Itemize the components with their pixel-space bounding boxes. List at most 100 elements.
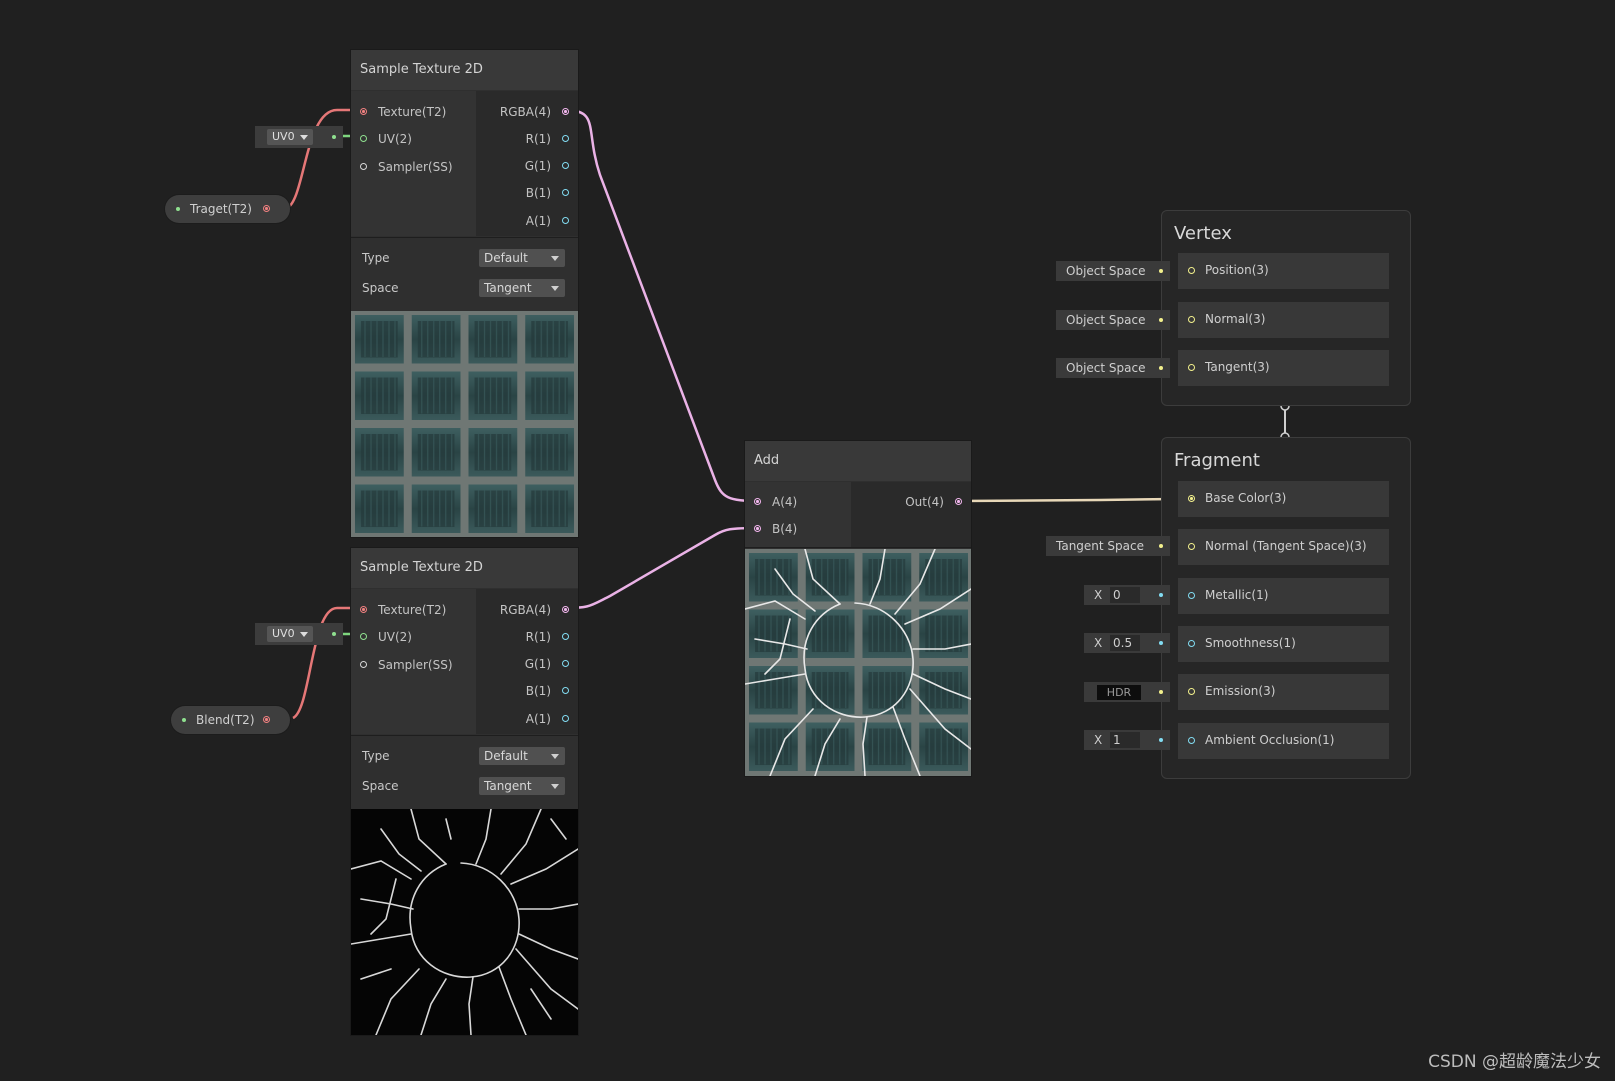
smoothness-value[interactable]: 0.5 xyxy=(1110,635,1140,651)
output-a[interactable]: A(1) xyxy=(526,709,569,729)
texture-port-icon[interactable] xyxy=(263,205,270,212)
port-label: Texture(T2) xyxy=(378,603,447,617)
vector3-port-icon[interactable] xyxy=(1188,688,1195,695)
vertex-tangent-space[interactable]: Object Space xyxy=(1056,358,1170,378)
node-title[interactable]: Add xyxy=(745,441,971,481)
input-uv[interactable]: UV(2) xyxy=(360,129,412,149)
output-r[interactable]: R(1) xyxy=(526,129,569,149)
add-node[interactable]: Add A(4) B(4) Out(4) xyxy=(745,441,971,776)
metallic-value[interactable]: 0 xyxy=(1110,587,1140,603)
block-position[interactable]: Position(3) xyxy=(1178,253,1389,289)
input-sampler[interactable]: Sampler(SS) xyxy=(360,157,453,177)
vector1-port-icon[interactable] xyxy=(1188,640,1195,647)
output-rgba[interactable]: RGBA(4) xyxy=(500,102,569,122)
output-g[interactable]: G(1) xyxy=(525,156,569,176)
output-b[interactable]: B(1) xyxy=(526,183,569,203)
uv-dropdown-top[interactable]: UV0 xyxy=(267,129,313,145)
caret-down-icon xyxy=(551,256,559,261)
vector4-port-icon[interactable] xyxy=(955,498,962,505)
vector3-port-icon[interactable] xyxy=(1188,495,1195,502)
uv-port-icon[interactable] xyxy=(360,135,367,142)
block-tangent[interactable]: Tangent(3) xyxy=(1178,350,1389,386)
vector4-port-icon[interactable] xyxy=(754,498,761,505)
vector1-port-icon[interactable] xyxy=(562,217,569,224)
vector1-port-icon[interactable] xyxy=(562,633,569,640)
input-uv[interactable]: UV(2) xyxy=(360,627,412,647)
vector1-port-icon[interactable] xyxy=(562,189,569,196)
hdr-color-swatch[interactable]: HDR xyxy=(1097,685,1141,700)
type-dropdown[interactable]: Default xyxy=(479,249,565,267)
vector1-port-icon[interactable] xyxy=(562,135,569,142)
property-blend[interactable]: Blend(T2) xyxy=(171,706,290,734)
emission-field[interactable]: HDR xyxy=(1084,682,1170,702)
block-label: Ambient Occlusion(1) xyxy=(1205,733,1335,747)
uv-port-icon[interactable] xyxy=(360,633,367,640)
vector1-port-icon[interactable] xyxy=(562,660,569,667)
vector3-port-icon[interactable] xyxy=(1188,364,1195,371)
vector4-port-icon[interactable] xyxy=(562,108,569,115)
vector3-dot-icon xyxy=(1159,690,1163,694)
space-dropdown[interactable]: Tangent xyxy=(479,279,565,297)
type-dropdown[interactable]: Default xyxy=(479,747,565,765)
output-r[interactable]: R(1) xyxy=(526,627,569,647)
sampler-port-icon[interactable] xyxy=(360,163,367,170)
output-g[interactable]: G(1) xyxy=(525,654,569,674)
sample-texture-node-top[interactable]: Sample Texture 2D Texture(T2) UV(2) Samp… xyxy=(351,50,578,537)
block-label: Emission(3) xyxy=(1205,684,1276,698)
texture-port-icon[interactable] xyxy=(263,716,270,723)
input-a[interactable]: A(4) xyxy=(754,492,797,512)
vector3-port-icon[interactable] xyxy=(1188,267,1195,274)
input-b[interactable]: B(4) xyxy=(754,519,797,539)
input-sampler[interactable]: Sampler(SS) xyxy=(360,655,453,675)
fragment-normal-space[interactable]: Tangent Space xyxy=(1046,536,1170,556)
vertex-stack[interactable]: Vertex Position(3) Normal(3) Tangent(3) xyxy=(1161,210,1411,406)
vector4-port-icon[interactable] xyxy=(754,525,761,532)
space-label: Space xyxy=(362,281,399,295)
ao-field[interactable]: X1 xyxy=(1084,730,1170,750)
fragment-stack[interactable]: Fragment Base Color(3) Normal (Tangent S… xyxy=(1161,437,1411,779)
block-ambient-occlusion[interactable]: Ambient Occlusion(1) xyxy=(1178,723,1389,759)
wire-traget-to-texture xyxy=(286,108,357,210)
block-emission[interactable]: Emission(3) xyxy=(1178,674,1389,710)
texture-port-icon[interactable] xyxy=(360,606,367,613)
block-metallic[interactable]: Metallic(1) xyxy=(1178,578,1389,614)
block-normal-tangent[interactable]: Normal (Tangent Space)(3) xyxy=(1178,529,1389,565)
input-texture[interactable]: Texture(T2) xyxy=(360,102,446,122)
vector3-port-icon[interactable] xyxy=(1188,543,1195,550)
axis-label: X xyxy=(1094,733,1103,747)
block-normal[interactable]: Normal(3) xyxy=(1178,302,1389,338)
vector3-dot-icon xyxy=(1159,318,1163,322)
space-dropdown[interactable]: Tangent xyxy=(479,777,565,795)
sample-texture-node-bottom[interactable]: Sample Texture 2D Texture(T2) UV(2) Samp… xyxy=(351,548,578,1035)
sampler-port-icon[interactable] xyxy=(360,661,367,668)
space-value: Tangent xyxy=(484,281,532,295)
block-base-color[interactable]: Base Color(3) xyxy=(1178,481,1389,517)
metallic-field[interactable]: X0 xyxy=(1084,585,1170,605)
property-dot-icon xyxy=(182,718,186,722)
vertex-position-space[interactable]: Object Space xyxy=(1056,261,1170,281)
node-title[interactable]: Sample Texture 2D xyxy=(351,50,578,90)
vector1-port-icon[interactable] xyxy=(562,715,569,722)
vector1-port-icon[interactable] xyxy=(562,687,569,694)
output-out[interactable]: Out(4) xyxy=(905,492,962,512)
vertex-normal-space[interactable]: Object Space xyxy=(1056,310,1170,330)
node-title[interactable]: Sample Texture 2D xyxy=(351,548,578,588)
output-a[interactable]: A(1) xyxy=(526,211,569,231)
vector1-port-icon[interactable] xyxy=(1188,592,1195,599)
property-traget-label: Traget(T2) xyxy=(190,202,252,216)
texture-port-icon[interactable] xyxy=(360,108,367,115)
space-value: Tangent Space xyxy=(1056,539,1144,553)
vector3-port-icon[interactable] xyxy=(1188,316,1195,323)
vector4-port-icon[interactable] xyxy=(562,606,569,613)
output-rgba[interactable]: RGBA(4) xyxy=(499,600,569,620)
vector1-port-icon[interactable] xyxy=(562,162,569,169)
smoothness-field[interactable]: X 0.5 xyxy=(1084,633,1170,653)
vector1-port-icon[interactable] xyxy=(1188,737,1195,744)
block-smoothness[interactable]: Smoothness(1) xyxy=(1178,626,1389,662)
ao-value[interactable]: 1 xyxy=(1110,732,1140,748)
output-b[interactable]: B(1) xyxy=(526,681,569,701)
uv-dropdown-bottom[interactable]: UV0 xyxy=(267,626,313,642)
input-texture[interactable]: Texture(T2) xyxy=(360,600,447,620)
property-traget[interactable]: Traget(T2) xyxy=(165,195,290,223)
port-label: RGBA(4) xyxy=(499,603,551,617)
